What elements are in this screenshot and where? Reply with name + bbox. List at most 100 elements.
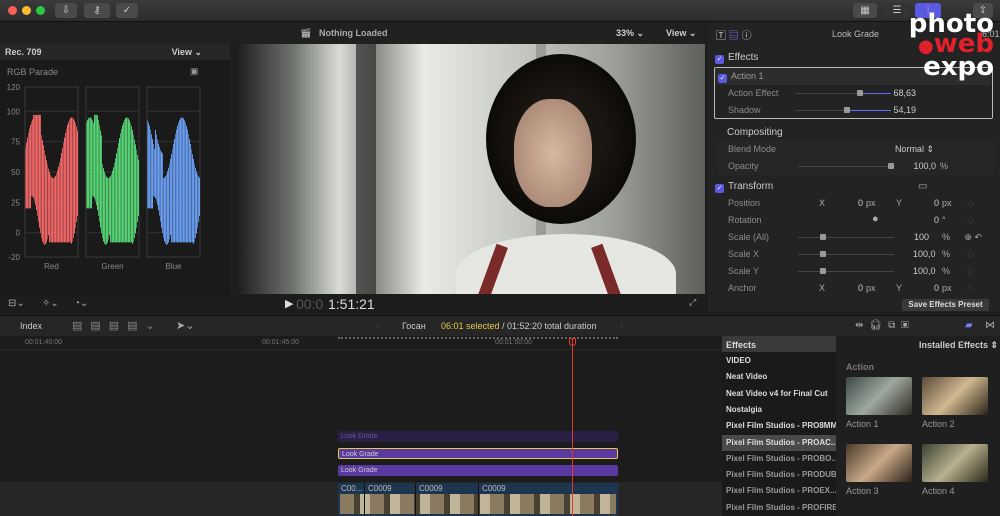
close-button[interactable] — [8, 6, 17, 15]
blend-mode-select[interactable]: Normal ⇕ — [895, 141, 934, 158]
effects-category-item[interactable]: Pixel Film Studios - PRODUB — [722, 467, 836, 483]
viewer-video[interactable] — [236, 44, 705, 294]
transitions-browser-icon[interactable]: ⋈ — [985, 320, 995, 331]
minimize-button[interactable] — [22, 6, 31, 15]
save-effects-preset-button[interactable]: Save Effects Preset — [902, 299, 989, 311]
checkbox[interactable]: ✓ — [715, 184, 724, 193]
transform-section[interactable]: ✓ Transform ▭ — [715, 178, 991, 195]
timeline-tool-icons[interactable]: ⇹🎧︎⧉▣ — [855, 320, 915, 331]
background-tasks-button[interactable]: ✓ — [116, 3, 138, 18]
param-value[interactable]: 100,0 — [913, 158, 936, 175]
effects-group-label: Action — [846, 362, 874, 372]
play-button[interactable]: ▶ — [285, 297, 293, 310]
keyframe-icon[interactable]: ◇ — [967, 212, 974, 229]
effects-category-item[interactable]: Pixel Film Studios - PROAC... — [722, 434, 836, 451]
import-button[interactable]: ⇩ — [55, 3, 77, 18]
effect-thumbnail-action-1[interactable] — [846, 377, 912, 415]
edit-buttons[interactable]: ▤▤▤▤⌄ — [72, 319, 163, 332]
effects-category-item[interactable]: Nostalgia — [722, 402, 836, 418]
keyframe-icon[interactable]: ◇ — [967, 280, 974, 297]
slider[interactable] — [798, 234, 894, 240]
opacity-row[interactable]: Opacity 100,0% — [718, 158, 994, 175]
scopes-view-menu[interactable]: View ⌄ — [172, 44, 202, 60]
effect-thumbnail-action-4[interactable] — [922, 444, 988, 482]
scale-y-row[interactable]: Scale Y 100,0% ◇ — [718, 263, 994, 280]
param-value[interactable]: 0 — [934, 195, 939, 212]
effects-category-item[interactable]: Pixel Film Studios - PROBO... — [722, 451, 836, 467]
effects-category-item[interactable]: Neat Video — [722, 369, 836, 385]
playhead[interactable] — [572, 338, 573, 516]
blend-mode-row[interactable]: Blend Mode Normal ⇕ — [718, 141, 994, 158]
param-value[interactable]: 0 — [858, 195, 863, 212]
installed-effects-menu[interactable]: Installed Effects ⇕ — [919, 340, 998, 351]
keyframe-icon[interactable]: ◇ — [967, 195, 974, 212]
effects-browser-icon[interactable]: ▰ — [965, 320, 973, 331]
slider[interactable] — [798, 251, 894, 257]
slider[interactable] — [795, 107, 891, 113]
zoom-button[interactable] — [36, 6, 45, 15]
enhance-icon[interactable]: ✧⌄ — [42, 298, 59, 309]
param-value[interactable]: 68,63 — [893, 85, 916, 102]
param-action-effect[interactable]: Action Effect 68,63 — [715, 85, 991, 102]
keyframe-reset-icon[interactable]: ⊕ ↶ — [964, 229, 982, 246]
back-arrow[interactable]: ‹ — [376, 320, 379, 330]
video-clips[interactable]: C00... C0009 C0009 C0009 — [338, 483, 618, 516]
select-tool-menu[interactable]: ➤⌄ — [176, 319, 194, 332]
effects-category-item[interactable]: Pixel Film Studios - PRO8MM — [722, 418, 836, 434]
rotation-dial[interactable]: ● — [872, 211, 879, 228]
fullscreen-icon[interactable]: ⤢ — [689, 297, 696, 308]
timeline-clip[interactable]: Look Grade — [338, 465, 618, 476]
zoom-menu[interactable]: 33% ⌄ — [616, 28, 644, 39]
effects-category-item[interactable]: Neat Video v4 for Final Cut — [722, 386, 836, 402]
watermark-line: expo — [923, 52, 994, 82]
timeline-ruler[interactable]: 00:01:40:00 00:01:45:00 00:01:50:00 — [0, 336, 722, 350]
anchor-row[interactable]: Anchor X 0 px Y 0 px ◇ — [718, 280, 994, 297]
effect-thumbnail-action-2[interactable] — [922, 377, 988, 415]
param-value[interactable]: 100,0 — [913, 263, 936, 280]
title-inspector-icon[interactable]: 🅃︎ — [716, 31, 726, 42]
layout-icon[interactable]: ⊟⌄ — [8, 298, 25, 309]
effects-category-item[interactable]: Pixel Film Studios - PROFIRE — [722, 500, 836, 516]
param-value[interactable]: 54,19 — [893, 102, 916, 119]
scale-x-row[interactable]: Scale X 100,0% ◇ — [718, 246, 994, 263]
param-value[interactable]: 100,0 — [913, 246, 936, 263]
param-shadow[interactable]: Shadow 54,19 — [715, 102, 991, 119]
param-label: Blend Mode — [728, 144, 777, 154]
timeline-toggle[interactable]: ☰ — [884, 3, 910, 18]
viewer-transport: ▶ 00:0 1:51:21 ⤢ — [230, 294, 706, 314]
rotation-row[interactable]: Rotation ● 0 ° ◇ — [718, 212, 994, 229]
scope-channel-label: Blue — [165, 262, 182, 271]
slider[interactable] — [798, 163, 894, 169]
keyframe-icon[interactable]: ◇ — [967, 246, 974, 263]
timeline[interactable]: 00:01:40:00 00:01:45:00 00:01:50:00 Look… — [0, 336, 722, 516]
forward-arrow[interactable]: › — [620, 320, 623, 330]
effects-category-item[interactable]: Pixel Film Studios - PROEX... — [722, 483, 836, 499]
checkbox[interactable]: ✓ — [718, 74, 727, 83]
keywords-button[interactable]: ⚷ — [84, 3, 110, 18]
param-value[interactable]: 0 — [858, 280, 863, 297]
transform-onscreen-icon[interactable]: ▭ — [918, 178, 927, 195]
info-icon[interactable]: ⓘ — [742, 31, 752, 42]
viewer-view-menu[interactable]: View ⌄ — [666, 28, 696, 39]
param-value[interactable]: 100 — [914, 229, 929, 246]
effects-category-item[interactable]: VIDEO — [722, 353, 836, 369]
speed-icon[interactable]: ◔⌄ — [74, 298, 88, 309]
timeline-clip[interactable]: Look Grade — [338, 431, 618, 442]
effect-thumbnail-action-3[interactable] — [846, 444, 912, 482]
scope-display-icon[interactable]: ▣ — [190, 66, 199, 77]
scale-all-row[interactable]: Scale (All) 100% ⊕ ↶ — [718, 229, 994, 246]
param-value[interactable]: 0 — [934, 280, 939, 297]
video-inspector-icon[interactable]: ▤ — [729, 31, 739, 42]
compositing-section[interactable]: Compositing — [727, 124, 1000, 141]
effects-category-header[interactable]: Effects — [722, 336, 836, 352]
keyframe-icon[interactable]: ◇ — [967, 263, 974, 280]
checkbox[interactable]: ✓ — [715, 55, 724, 64]
param-value[interactable]: 0 — [934, 212, 939, 229]
timeline-clip-selected[interactable]: Look Grade — [338, 448, 618, 459]
playhead-handle[interactable] — [569, 338, 576, 346]
position-row[interactable]: Position X 0 px Y 0 px ◇ — [718, 195, 994, 212]
index-button[interactable]: Index — [20, 321, 42, 331]
browser-toggle[interactable]: ▦ — [853, 3, 877, 18]
slider[interactable] — [795, 90, 891, 96]
slider[interactable] — [798, 268, 894, 274]
